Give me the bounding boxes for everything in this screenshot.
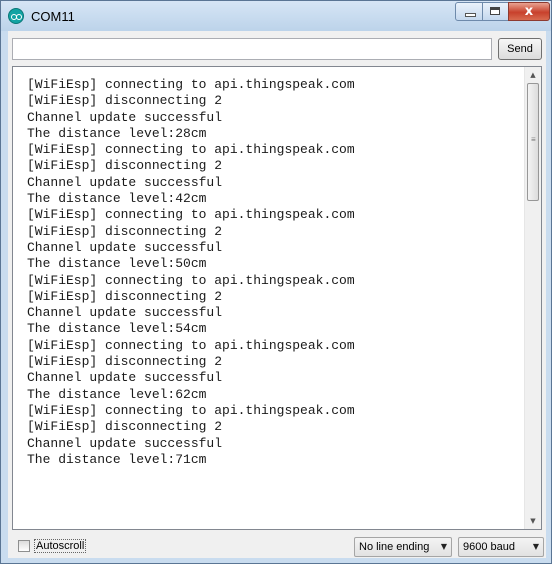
minimize-icon <box>465 13 476 17</box>
line-ending-select[interactable]: No line ending ▼ <box>354 537 452 557</box>
serial-output-line: [WiFiEsp] connecting to api.thingspeak.c… <box>27 272 355 288</box>
serial-output-line: [WiFiEsp] connecting to api.thingspeak.c… <box>27 142 355 158</box>
serial-output-line: [WiFiEsp] connecting to api.thingspeak.c… <box>27 207 355 223</box>
serial-output-line: The distance level:62cm <box>27 386 207 402</box>
footer-bar: Autoscroll No line ending ▼ 9600 baud ▼ <box>8 534 546 558</box>
send-button[interactable]: Send <box>498 38 542 60</box>
baud-rate-select[interactable]: 9600 baud ▼ <box>458 537 544 557</box>
title-bar[interactable]: COM11 x <box>1 1 551 31</box>
baud-rate-value: 9600 baud <box>463 541 515 553</box>
serial-output-line: [WiFiEsp] disconnecting 2 <box>27 288 223 304</box>
send-input[interactable] <box>12 38 492 60</box>
serial-output-line: [WiFiEsp] disconnecting 2 <box>27 354 223 370</box>
serial-output-line: [WiFiEsp] disconnecting 2 <box>27 223 223 239</box>
close-icon: x <box>524 4 534 19</box>
scroll-down-arrow-icon[interactable]: ▼ <box>525 513 541 529</box>
serial-output-line: [WiFiEsp] disconnecting 2 <box>27 419 223 435</box>
serial-output-line: Channel update successful <box>27 109 223 125</box>
serial-output-line: The distance level:42cm <box>27 191 207 207</box>
minimize-button[interactable] <box>455 2 483 21</box>
serial-monitor-window: COM11 x Send [WiFiEsp] connecting to api… <box>0 0 552 564</box>
scrollbar-thumb[interactable]: ≡ <box>527 83 539 201</box>
serial-output-area[interactable]: [WiFiEsp] connecting to api.thingspeak.c… <box>12 66 542 530</box>
serial-output-line: Channel update successful <box>27 174 223 190</box>
line-ending-value: No line ending <box>359 541 430 553</box>
window-title: COM11 <box>31 9 75 24</box>
maximize-button[interactable] <box>482 2 509 21</box>
chevron-down-icon: ▼ <box>440 542 447 551</box>
serial-output-text: [WiFiEsp] connecting to api.thingspeak.c… <box>27 77 355 468</box>
serial-output-line: The distance level:71cm <box>27 451 207 467</box>
serial-output-line: [WiFiEsp] connecting to api.thingspeak.c… <box>27 77 355 92</box>
arduino-icon <box>8 8 24 24</box>
scroll-up-arrow-icon[interactable]: ▲ <box>525 67 541 83</box>
serial-output-line: Channel update successful <box>27 239 223 255</box>
serial-output-line: [WiFiEsp] connecting to api.thingspeak.c… <box>27 402 355 418</box>
serial-output-line: [WiFiEsp] disconnecting 2 <box>27 93 223 109</box>
chevron-down-icon: ▼ <box>532 542 539 551</box>
serial-output-line: [WiFiEsp] connecting to api.thingspeak.c… <box>27 337 355 353</box>
serial-output-line: Channel update successful <box>27 370 223 386</box>
vertical-scrollbar[interactable]: ▲ ≡ ▼ <box>524 67 541 529</box>
grip-icon: ≡ <box>531 135 536 144</box>
serial-output-line: Channel update successful <box>27 435 223 451</box>
serial-output-line: The distance level:28cm <box>27 125 207 141</box>
maximize-icon <box>490 7 500 15</box>
autoscroll-checkbox[interactable] <box>18 540 30 552</box>
serial-output-line: Channel update successful <box>27 305 223 321</box>
close-button[interactable]: x <box>508 2 550 21</box>
serial-output-line: The distance level:54cm <box>27 321 207 337</box>
serial-output-line: [WiFiEsp] disconnecting 2 <box>27 158 223 174</box>
autoscroll-label[interactable]: Autoscroll <box>34 539 87 553</box>
window-content: Send [WiFiEsp] connecting to api.thingsp… <box>8 31 546 558</box>
serial-output-line: The distance level:50cm <box>27 256 207 272</box>
